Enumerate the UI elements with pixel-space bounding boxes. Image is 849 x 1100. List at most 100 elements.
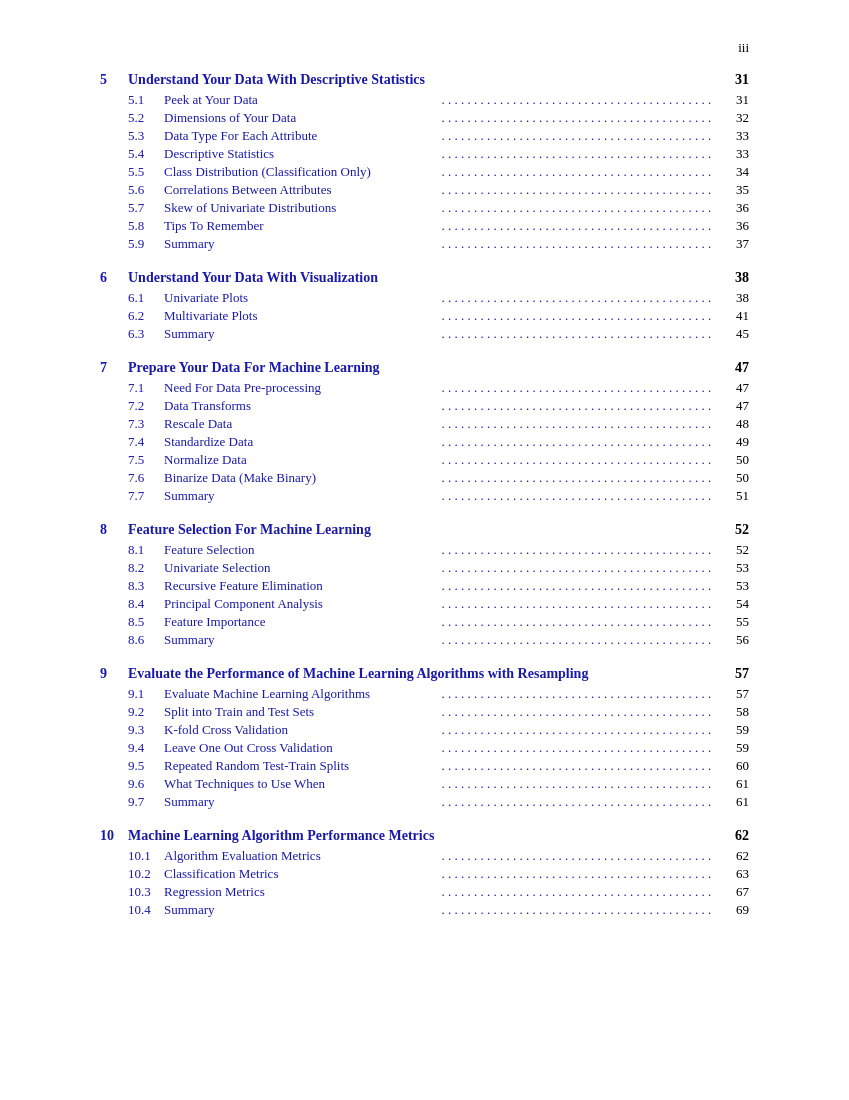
section-number: 9.3: [128, 722, 164, 738]
section-page-number: 63: [719, 866, 749, 882]
section-dots: . . . . . . . . . . . . . . . . . . . . …: [442, 92, 717, 108]
section-line: 5.5Class Distribution (Classification On…: [100, 164, 749, 180]
section-line: 9.6What Techniques to Use When . . . . .…: [100, 776, 749, 792]
section-dots: . . . . . . . . . . . . . . . . . . . . …: [442, 200, 717, 216]
chapter-number: 5: [100, 72, 128, 88]
section-page-number: 59: [719, 740, 749, 756]
section-title: Summary: [164, 632, 439, 648]
section-title: Rescale Data: [164, 416, 439, 432]
chapter-title: Understand Your Data With Visualization: [128, 270, 719, 286]
section-page-number: 53: [719, 578, 749, 594]
section-number: 7.3: [128, 416, 164, 432]
section-line: 9.2Split into Train and Test Sets . . . …: [100, 704, 749, 720]
section-page-number: 52: [719, 542, 749, 558]
section-page-number: 56: [719, 632, 749, 648]
section-title: Feature Importance: [164, 614, 439, 630]
toc-container: 5Understand Your Data With Descriptive S…: [100, 72, 749, 918]
section-number: 10.3: [128, 884, 164, 900]
section-dots: . . . . . . . . . . . . . . . . . . . . …: [442, 560, 717, 576]
section-number: 7.2: [128, 398, 164, 414]
section-title: Summary: [164, 488, 439, 504]
chapter-page-number: 47: [719, 360, 749, 376]
section-number: 6.1: [128, 290, 164, 306]
section-dots: . . . . . . . . . . . . . . . . . . . . …: [442, 218, 717, 234]
section-title: What Techniques to Use When: [164, 776, 439, 792]
chapter-title: Feature Selection For Machine Learning: [128, 522, 719, 538]
section-title: Data Transforms: [164, 398, 439, 414]
section-page-number: 35: [719, 182, 749, 198]
section-line: 9.1Evaluate Machine Learning Algorithms …: [100, 686, 749, 702]
section-page-number: 38: [719, 290, 749, 306]
section-title: Data Type For Each Attribute: [164, 128, 439, 144]
section-dots: . . . . . . . . . . . . . . . . . . . . …: [442, 488, 717, 504]
chapter-line: 5Understand Your Data With Descriptive S…: [100, 72, 749, 88]
section-number: 9.5: [128, 758, 164, 774]
section-number: 6.2: [128, 308, 164, 324]
section-page-number: 59: [719, 722, 749, 738]
section-title: Evaluate Machine Learning Algorithms: [164, 686, 439, 702]
section-number: 9.6: [128, 776, 164, 792]
section-number: 5.8: [128, 218, 164, 234]
section-title: Descriptive Statistics: [164, 146, 439, 162]
section-title: Regression Metrics: [164, 884, 439, 900]
section-dots: . . . . . . . . . . . . . . . . . . . . …: [442, 866, 717, 882]
section-line: 9.5Repeated Random Test-Train Splits . .…: [100, 758, 749, 774]
section-dots: . . . . . . . . . . . . . . . . . . . . …: [442, 470, 717, 486]
section-number: 7.4: [128, 434, 164, 450]
section-dots: . . . . . . . . . . . . . . . . . . . . …: [442, 326, 717, 342]
chapter-number: 10: [100, 828, 128, 844]
section-title: Dimensions of Your Data: [164, 110, 439, 126]
section-title: Summary: [164, 794, 439, 810]
section-line: 5.2Dimensions of Your Data . . . . . . .…: [100, 110, 749, 126]
section-number: 10.2: [128, 866, 164, 882]
chapter-page-number: 38: [719, 270, 749, 286]
section-dots: . . . . . . . . . . . . . . . . . . . . …: [442, 452, 717, 468]
section-page-number: 69: [719, 902, 749, 918]
section-dots: . . . . . . . . . . . . . . . . . . . . …: [442, 128, 717, 144]
section-line: 10.4Summary . . . . . . . . . . . . . . …: [100, 902, 749, 918]
section-number: 5.5: [128, 164, 164, 180]
section-title: Class Distribution (Classification Only): [164, 164, 439, 180]
chapter-title: Prepare Your Data For Machine Learning: [128, 360, 719, 376]
section-number: 8.6: [128, 632, 164, 648]
section-page-number: 34: [719, 164, 749, 180]
toc-chapter: 7Prepare Your Data For Machine Learning4…: [100, 360, 749, 504]
section-page-number: 62: [719, 848, 749, 864]
section-title: Peek at Your Data: [164, 92, 439, 108]
section-title: Recursive Feature Elimination: [164, 578, 439, 594]
section-dots: . . . . . . . . . . . . . . . . . . . . …: [442, 380, 717, 396]
section-page-number: 49: [719, 434, 749, 450]
section-page-number: 50: [719, 470, 749, 486]
section-line: 5.3Data Type For Each Attribute . . . . …: [100, 128, 749, 144]
section-number: 5.6: [128, 182, 164, 198]
section-title: Standardize Data: [164, 434, 439, 450]
section-number: 9.2: [128, 704, 164, 720]
section-page-number: 58: [719, 704, 749, 720]
section-number: 8.1: [128, 542, 164, 558]
section-dots: . . . . . . . . . . . . . . . . . . . . …: [442, 578, 717, 594]
section-title: Univariate Selection: [164, 560, 439, 576]
section-dots: . . . . . . . . . . . . . . . . . . . . …: [442, 632, 717, 648]
section-dots: . . . . . . . . . . . . . . . . . . . . …: [442, 542, 717, 558]
section-title: Algorithm Evaluation Metrics: [164, 848, 439, 864]
section-line: 5.4Descriptive Statistics . . . . . . . …: [100, 146, 749, 162]
section-page-number: 37: [719, 236, 749, 252]
section-dots: . . . . . . . . . . . . . . . . . . . . …: [442, 902, 717, 918]
section-title: Univariate Plots: [164, 290, 439, 306]
toc-page: iii 5Understand Your Data With Descripti…: [0, 0, 849, 1100]
chapter-number: 9: [100, 666, 128, 682]
section-title: Summary: [164, 326, 439, 342]
chapter-line: 9Evaluate the Performance of Machine Lea…: [100, 666, 749, 682]
section-page-number: 33: [719, 128, 749, 144]
section-number: 7.1: [128, 380, 164, 396]
section-dots: . . . . . . . . . . . . . . . . . . . . …: [442, 416, 717, 432]
section-number: 5.3: [128, 128, 164, 144]
toc-chapter: 6Understand Your Data With Visualization…: [100, 270, 749, 342]
section-page-number: 60: [719, 758, 749, 774]
section-page-number: 67: [719, 884, 749, 900]
section-dots: . . . . . . . . . . . . . . . . . . . . …: [442, 146, 717, 162]
section-dots: . . . . . . . . . . . . . . . . . . . . …: [442, 794, 717, 810]
section-page-number: 33: [719, 146, 749, 162]
chapter-line: 10Machine Learning Algorithm Performance…: [100, 828, 749, 844]
section-page-number: 55: [719, 614, 749, 630]
